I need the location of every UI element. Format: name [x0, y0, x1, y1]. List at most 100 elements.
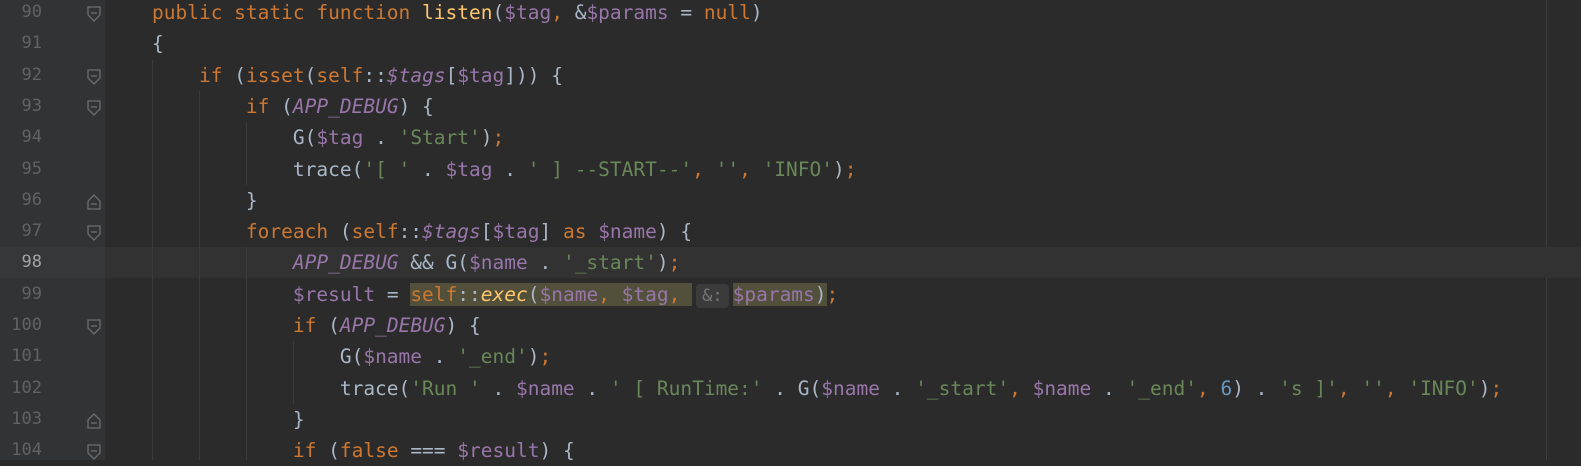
- fold-collapse-icon[interactable]: [87, 223, 101, 242]
- code-token: false: [339, 439, 399, 463]
- code-text[interactable]: trace('[ ' . $tag . ' ] --START--', '', …: [152, 154, 857, 185]
- code-text[interactable]: if (false === $result) {: [152, 435, 575, 466]
- code-token: ): [1478, 376, 1491, 400]
- code-token: ): [814, 282, 827, 306]
- fold-end-icon[interactable]: [87, 192, 101, 210]
- code-token: $name: [821, 376, 880, 400]
- code-text[interactable]: }: [152, 185, 258, 216]
- code-token: 's ]': [1279, 376, 1338, 400]
- fold-collapse-icon[interactable]: [87, 4, 101, 22]
- code-token: $name: [363, 345, 423, 369]
- code-token: ;: [844, 157, 857, 181]
- code-token: G(: [152, 126, 317, 150]
- code-token: ::: [398, 220, 423, 244]
- code-line[interactable]: 97 foreach (self::$tags[$tag] as $name) …: [0, 216, 1581, 247]
- code-token: $name: [515, 376, 575, 400]
- code-editor[interactable]: 90 public static function listen($tag, &$…: [0, 0, 1581, 462]
- code-token: '[ ': [363, 157, 411, 181]
- code-token: $tags: [422, 220, 481, 244]
- code-token: [: [445, 63, 458, 87]
- code-text[interactable]: foreach (self::$tags[$tag] as $name) {: [152, 216, 692, 247]
- code-token: $tag: [492, 220, 540, 244]
- code-token: ;: [492, 126, 505, 150]
- code-token: (: [328, 314, 340, 337]
- code-text[interactable]: if (APP_DEBUG) {: [152, 91, 434, 122]
- code-line[interactable]: 99 $result = self::exec($name, $tag, &: $…: [0, 279, 1581, 310]
- line-number: 93: [21, 95, 42, 116]
- code-token: ): [750, 1, 763, 24]
- code-token: ' ] --START--': [527, 157, 693, 181]
- code-line[interactable]: 91 {: [0, 28, 1581, 59]
- code-token: ) .: [1232, 376, 1280, 400]
- code-token: ) {: [539, 439, 575, 463]
- code-line[interactable]: 98 APP_DEBUG && G($name . '_start');: [0, 247, 1581, 279]
- code-token: .: [422, 345, 458, 369]
- code-line[interactable]: 93 if (APP_DEBUG) {: [0, 91, 1581, 122]
- code-token: ,: [1196, 376, 1221, 400]
- code-line[interactable]: 96 }: [0, 185, 1581, 216]
- code-token: [: [480, 220, 493, 244]
- code-text[interactable]: G($name . '_end');: [152, 341, 551, 372]
- code-token: 'INFO': [1408, 376, 1479, 400]
- code-token: ;: [826, 282, 839, 306]
- code-token: ,: [668, 282, 693, 306]
- code-token: trace(: [152, 376, 411, 400]
- code-line[interactable]: 104 if (false === $result) {: [0, 435, 1581, 466]
- code-text[interactable]: if (isset(self::$tags[$tag])) {: [152, 60, 563, 91]
- code-token: 'Run ': [410, 376, 481, 400]
- code-token: ;: [668, 251, 681, 275]
- code-token: if: [292, 314, 329, 337]
- line-number: 99: [21, 283, 42, 304]
- code-token: APP_DEBUG: [292, 251, 399, 275]
- code-token: ,: [551, 1, 575, 24]
- code-token: .: [492, 157, 528, 181]
- code-token: self: [316, 63, 364, 87]
- code-line[interactable]: 95 trace('[ ' . $tag . ' ] --START--', '…: [0, 154, 1581, 185]
- code-token: APP_DEBUG: [339, 314, 446, 337]
- code-token: ): [833, 157, 845, 181]
- code-line[interactable]: 92 if (isset(self::$tags[$tag])) {: [0, 60, 1581, 91]
- line-number: 94: [21, 127, 42, 148]
- code-token: 'Start': [398, 126, 481, 150]
- code-token: $tag: [316, 126, 364, 150]
- code-token: }: [152, 407, 305, 431]
- code-text[interactable]: APP_DEBUG && G($name . '_start');: [152, 247, 680, 278]
- code-token: public static function: [152, 1, 423, 24]
- code-line[interactable]: 102 trace('Run ' . $name . ' [ RunTime:'…: [0, 373, 1581, 404]
- fold-collapse-icon[interactable]: [87, 67, 101, 85]
- code-token: $tag: [621, 282, 669, 306]
- code-token: ,: [598, 282, 622, 306]
- code-token: .: [410, 157, 446, 181]
- code-line[interactable]: 100 if (APP_DEBUG) {: [0, 310, 1581, 341]
- line-number: 100: [11, 315, 42, 335]
- code-text[interactable]: trace('Run ' . $name . ' [ RunTime:' . G…: [152, 373, 1502, 404]
- code-token: ::: [363, 63, 387, 87]
- code-text[interactable]: if (APP_DEBUG) {: [152, 310, 481, 341]
- code-text[interactable]: public static function listen($tag, &$pa…: [152, 0, 763, 28]
- indent-guide: [152, 59, 153, 460]
- code-token: null: [703, 1, 751, 24]
- code-token: ): [656, 251, 669, 275]
- code-text[interactable]: }: [152, 404, 305, 435]
- code-text[interactable]: $result = self::exec($name, $tag, &: $par…: [152, 279, 838, 310]
- code-line[interactable]: 94 G($tag . 'Start');: [0, 122, 1581, 153]
- code-token: $tag: [504, 1, 552, 24]
- line-number: 98: [21, 252, 42, 273]
- code-token: &: [574, 1, 587, 24]
- code-line[interactable]: 101 G($name . '_end');: [0, 341, 1581, 372]
- code-token: '_start': [915, 376, 1010, 400]
- code-line[interactable]: 103 }: [0, 404, 1581, 435]
- code-line[interactable]: 90 public static function listen($tag, &$…: [0, 0, 1581, 28]
- code-token: $result: [292, 282, 376, 306]
- fold-collapse-icon[interactable]: [87, 442, 101, 461]
- code-text[interactable]: {: [152, 28, 164, 59]
- fold-collapse-icon[interactable]: [87, 98, 101, 116]
- code-text[interactable]: G($tag . 'Start');: [152, 122, 504, 153]
- fold-collapse-icon[interactable]: [87, 317, 101, 335]
- code-token: ): [527, 345, 540, 369]
- fold-end-icon[interactable]: [87, 411, 101, 429]
